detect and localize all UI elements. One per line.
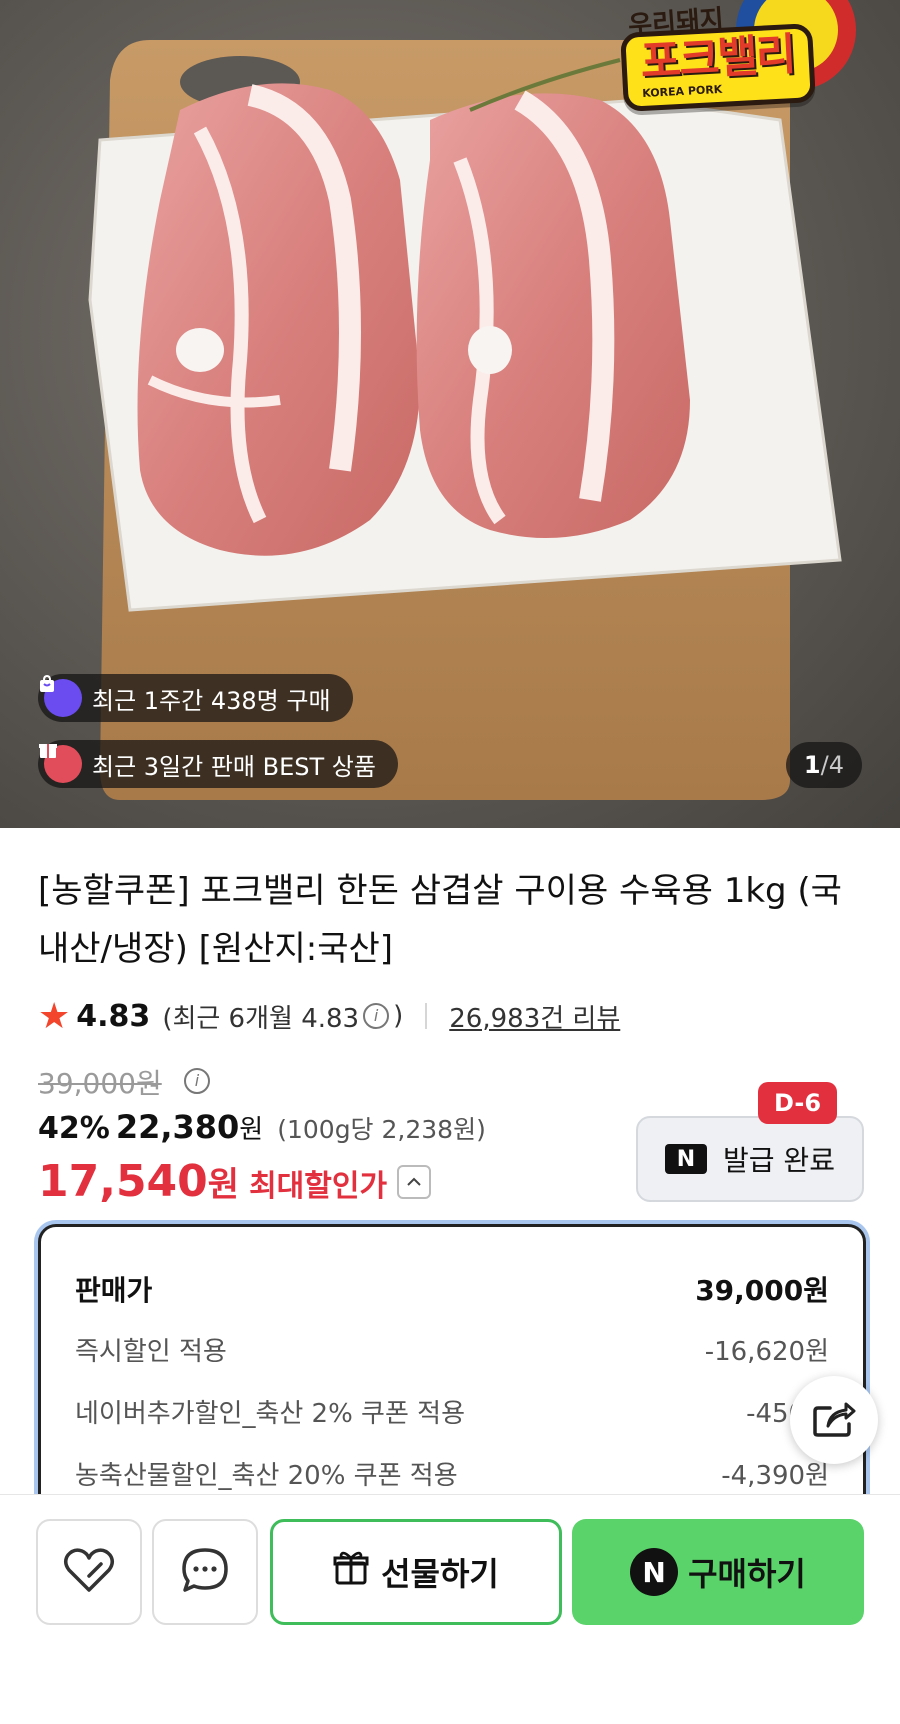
naver-pay-icon: N (630, 1548, 679, 1596)
rating-info-icon[interactable]: i (363, 1003, 390, 1029)
gift-icon (333, 1550, 369, 1594)
chat-button[interactable] (152, 1519, 258, 1625)
breakdown-value: 39,000원 (695, 1274, 829, 1307)
breakdown-label: 농축산물할인_축산 20% 쿠폰 적용 (75, 1461, 458, 1491)
share-button[interactable] (790, 1376, 878, 1464)
like-button[interactable] (36, 1519, 142, 1625)
unit-price: (100g당 2,238원) (277, 1115, 486, 1144)
rating-recent-close: ) (393, 1001, 404, 1031)
breakdown-label: 네이버추가할인_축산 2% 쿠폰 적용 (75, 1399, 466, 1429)
divider (425, 1003, 428, 1029)
shopping-bag-icon (40, 674, 82, 717)
rating-recent: (최근 6개월 4.83 (162, 1003, 360, 1034)
review-count-link[interactable]: 26,983건 리뷰 (449, 998, 620, 1035)
image-counter: 1 / 4 (785, 742, 862, 788)
breakdown-row: 판매가 39,000원 (75, 1269, 829, 1309)
original-price: 39,000원 (38, 1067, 162, 1100)
buy-label: 구매하기 (688, 1555, 806, 1593)
recent-purchase-text: 최근 1주간 438명 구매 (92, 686, 331, 715)
best-seller-badge: 최근 3일간 판매 BEST 상품 (38, 740, 398, 788)
breakdown-label: 즉시할인 적용 (75, 1337, 227, 1367)
gift-button[interactable]: 선물하기 (270, 1519, 562, 1625)
price-breakdown-panel: 판매가 39,000원 즉시할인 적용 -16,620원 네이버추가할인_축산 … (38, 1224, 866, 1524)
bottom-action-bar: 선물하기 N 구매하기 (0, 1494, 900, 1724)
breakdown-value: -4,390원 (721, 1461, 829, 1491)
discount-percent: 42% (38, 1111, 110, 1146)
breakdown-row: 농축산물할인_축산 20% 쿠폰 적용 -4,390원 (75, 1455, 829, 1492)
breakdown-row: 즉시할인 적용 -16,620원 (75, 1331, 829, 1368)
discount-price-unit: 원 (239, 1115, 264, 1145)
rating-value: 4.83 (76, 998, 151, 1034)
share-icon (812, 1398, 856, 1442)
coupon-issued-button[interactable]: N 발급 완료 (636, 1116, 864, 1202)
buy-button[interactable]: N 구매하기 (572, 1519, 864, 1625)
chat-icon (180, 1546, 230, 1598)
dday-badge: D-6 (758, 1082, 838, 1124)
gift-label: 선물하기 (381, 1555, 499, 1593)
chevron-up-icon[interactable] (397, 1164, 432, 1199)
gift-box-icon (39, 744, 82, 783)
image-counter-total: 4 (828, 751, 844, 779)
product-title: [농할쿠폰] 포크밸리 한돈 삼겹살 구이용 수육용 1kg (국내산/냉장) … (38, 871, 842, 969)
max-discount-unit: 원 (207, 1165, 240, 1205)
image-counter-current: 1 (803, 751, 821, 779)
recent-purchase-badge: 최근 1주간 438명 구매 (38, 674, 353, 722)
discount-price: 22,380 (115, 1108, 240, 1146)
image-counter-separator: / (820, 751, 829, 779)
max-discount-row[interactable]: 17,540 원 최대할인가 (38, 1156, 432, 1207)
best-seller-text: 최근 3일간 판매 BEST 상품 (92, 752, 376, 781)
price-info-icon[interactable]: i (184, 1068, 210, 1094)
rating-row: ★ 4.83 (최근 6개월 4.83 i ) 26,983건 리뷰 (38, 994, 620, 1038)
coupon-status: 발급 완료 (723, 1144, 835, 1177)
brand-logo: 포크밸리 KOREA PORK (620, 23, 816, 112)
breakdown-row: 네이버추가할인_축산 2% 쿠폰 적용 -450원 (75, 1393, 829, 1430)
breakdown-label: 판매가 (75, 1274, 153, 1307)
discount-price-row: 42% 22,380 원 (100g당 2,238원) (38, 1108, 486, 1146)
naver-icon: N (665, 1144, 708, 1174)
brand-name: 포크밸리 (639, 29, 796, 89)
max-discount-price: 17,540 (38, 1156, 208, 1207)
product-image-carousel[interactable]: 우리돼지 포크밸리 KOREA PORK 최근 1주간 438명 구매 최근 3… (0, 0, 900, 828)
star-icon: ★ (38, 995, 71, 1037)
breakdown-value: -16,620원 (704, 1337, 829, 1367)
max-discount-label: 최대할인가 (249, 1169, 388, 1204)
heart-icon (62, 1546, 116, 1598)
